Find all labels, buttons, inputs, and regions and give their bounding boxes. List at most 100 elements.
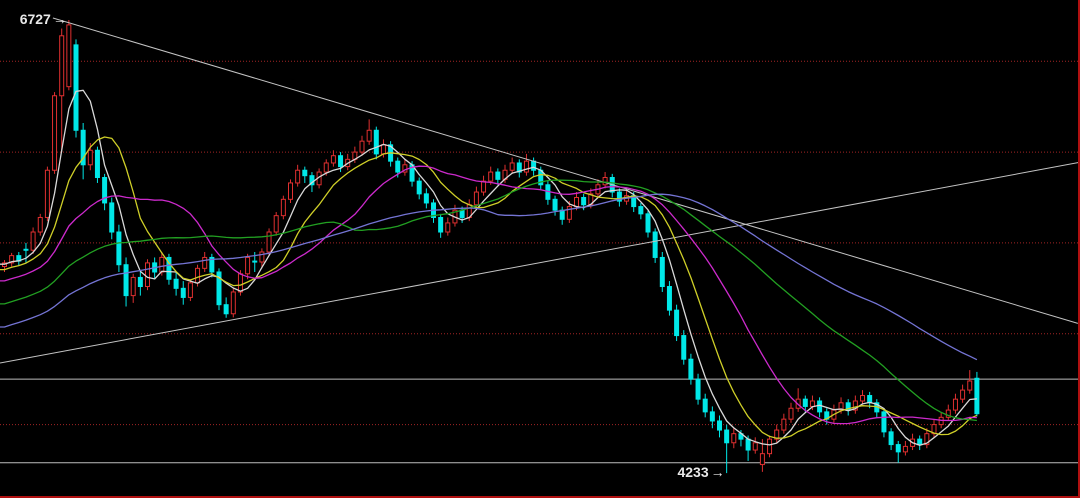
candle-body (24, 249, 28, 250)
candle-body (188, 283, 192, 298)
price-annotation-low: 4233→ (677, 463, 724, 481)
chart-canvas[interactable] (0, 0, 1080, 498)
candle-down (703, 394, 707, 418)
candle-body (975, 378, 979, 413)
candle-down (653, 228, 657, 263)
candle-up (524, 154, 528, 176)
candle-body (45, 170, 49, 217)
candle-body (303, 170, 307, 175)
candle-down (174, 272, 178, 296)
candle-body (675, 310, 679, 335)
candle-body (289, 183, 293, 199)
candle-down (110, 197, 114, 239)
candle-body (510, 163, 514, 170)
candle-up (903, 441, 907, 456)
candle-body (260, 252, 264, 262)
candle-body (889, 432, 893, 445)
price-annotation-low-value: 4233 (677, 464, 708, 480)
candle-down (103, 174, 107, 210)
candle-down (532, 158, 536, 176)
candle-down (496, 168, 500, 184)
candle-body (224, 305, 228, 314)
candle-down (389, 141, 393, 166)
candle-body (782, 419, 786, 430)
price-annotation-high: 6727→ (20, 10, 67, 28)
candle-body (203, 257, 207, 268)
candle-body (603, 178, 607, 185)
candle-body (53, 96, 57, 170)
candle-down (846, 399, 850, 415)
candle-down (424, 188, 428, 208)
candle-down (95, 147, 99, 183)
candle-down (303, 167, 307, 183)
candle-body (810, 401, 814, 406)
candle-body (367, 130, 371, 141)
candlestick-chart[interactable]: 6727→ 4233→ (0, 0, 1080, 498)
candle-body (110, 203, 114, 232)
candle-body (274, 216, 278, 232)
candle-down (617, 188, 621, 206)
right-arrow-icon: → (53, 11, 67, 27)
candle-up (403, 159, 407, 175)
candle-down (682, 330, 686, 365)
price-annotation-high-value: 6727 (20, 11, 51, 27)
candle-up (296, 165, 300, 187)
candle-down (24, 243, 28, 263)
candle-up (203, 252, 207, 272)
candle-up (246, 254, 250, 279)
candle-body (417, 181, 421, 194)
candle-down (81, 123, 85, 179)
candle-up (482, 176, 486, 196)
candle-up (603, 172, 607, 188)
candle-body (496, 172, 500, 179)
candle-up (231, 288, 235, 317)
candle-body (253, 261, 257, 262)
candle-down (74, 39, 78, 137)
candle-body (710, 412, 714, 421)
candle-body (582, 197, 586, 204)
candle-down (167, 254, 171, 285)
candle-body (803, 399, 807, 406)
candle-up (289, 179, 293, 203)
candle-down (553, 196, 557, 216)
candle-body (238, 274, 242, 292)
candle-down (181, 281, 185, 305)
candle-body (196, 268, 200, 283)
candle-body (474, 192, 478, 205)
candle-body (439, 217, 443, 232)
candle-down (17, 252, 21, 266)
candle-up (60, 29, 64, 153)
candle-down (432, 199, 436, 223)
candle-up (732, 428, 736, 448)
candle-up (45, 167, 49, 222)
candle-up (67, 20, 71, 90)
candle-up (932, 419, 936, 437)
candle-body (381, 145, 385, 154)
candle-body (131, 277, 135, 295)
candle-down (918, 436, 922, 451)
candle-body (861, 396, 865, 401)
candle-body (296, 170, 300, 183)
candle-up (38, 214, 42, 236)
candle-up (789, 403, 793, 423)
candle-up (331, 150, 335, 166)
candle-body (246, 257, 250, 273)
candle-body (961, 390, 965, 399)
candle-up (360, 136, 364, 156)
candle-body (146, 263, 150, 287)
candle-body (667, 287, 671, 311)
candle-down (875, 399, 879, 417)
candle-body (67, 25, 71, 87)
candle-down (725, 425, 729, 474)
candle-down (882, 408, 886, 437)
candle-body (324, 163, 328, 172)
candle-body (646, 214, 650, 232)
candle-body (718, 421, 722, 430)
candle-body (95, 150, 99, 177)
candle-body (124, 265, 128, 296)
candle-down (896, 441, 900, 463)
candle-body (38, 217, 42, 232)
candle-body (882, 412, 886, 432)
candle-body (753, 443, 757, 450)
candle-body (789, 408, 793, 419)
